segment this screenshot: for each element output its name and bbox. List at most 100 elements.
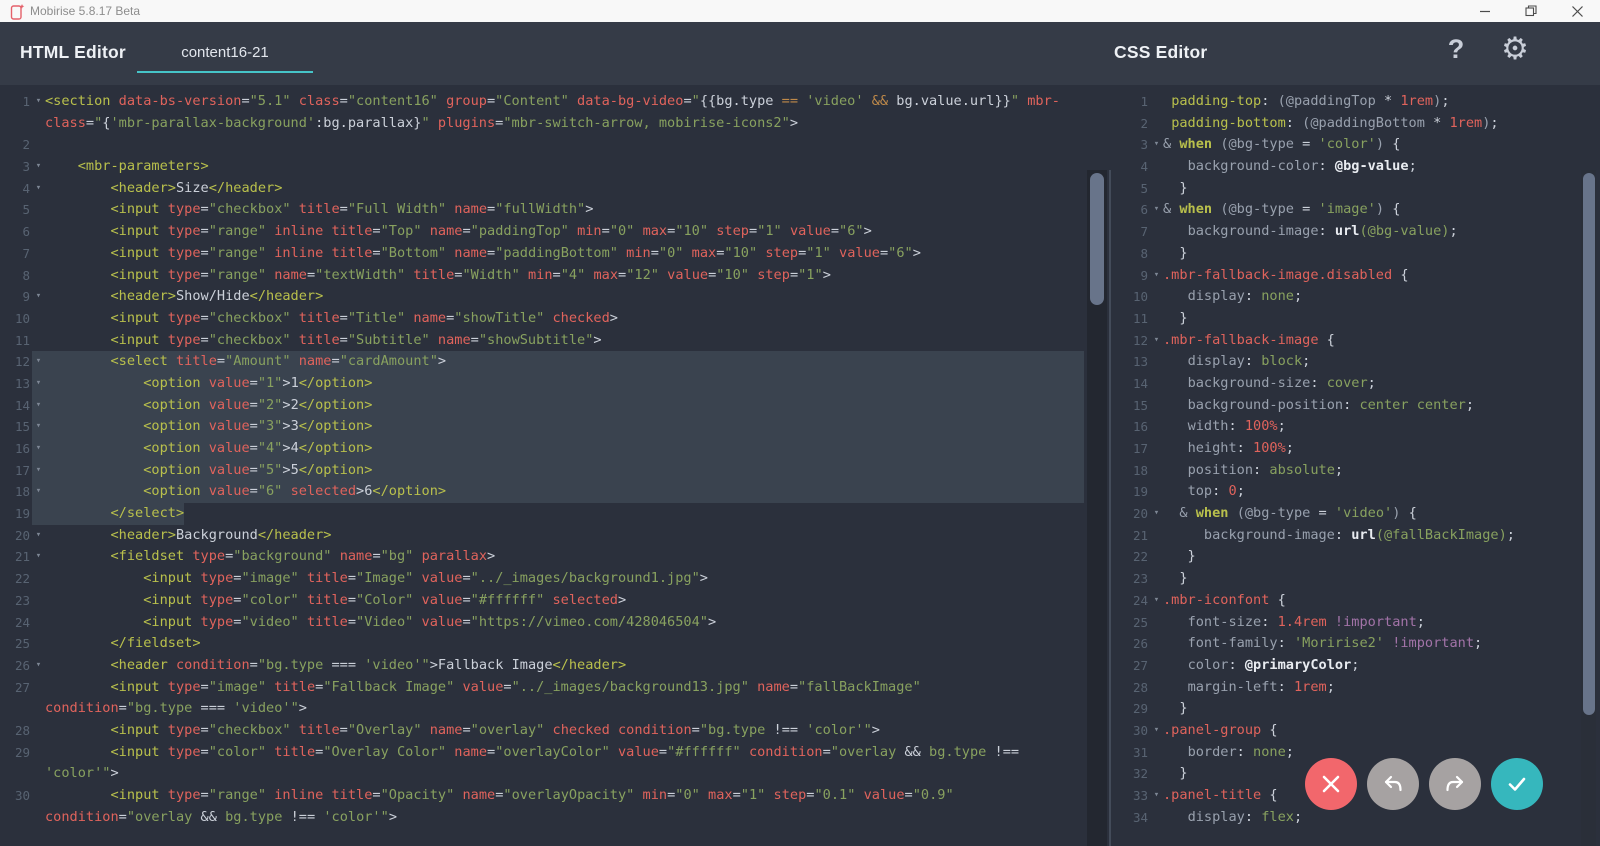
code-row[interactable]: 1▾<section data-bs-version="5.1" class="…: [0, 91, 1084, 113]
code-row[interactable]: 2 padding-bottom: (@paddingBottom * 1rem…: [1112, 113, 1600, 135]
code-row[interactable]: 29 <input type="color" title="Overlay Co…: [0, 742, 1084, 764]
fold-arrow-icon[interactable]: ▾: [32, 395, 45, 417]
code-row[interactable]: 18▾ <option value="6" selected>6</option…: [0, 481, 1084, 503]
apply-button[interactable]: [1491, 758, 1543, 810]
code-row[interactable]: 23 <input type="color" title="Color" val…: [0, 590, 1084, 612]
code-row[interactable]: 3▾& when (@bg-type = 'color') {: [1112, 134, 1600, 156]
code-row[interactable]: 19 </select>: [0, 503, 1084, 525]
code-row[interactable]: 10 <input type="checkbox" title="Title" …: [0, 308, 1084, 330]
code-row[interactable]: 21▾ <fieldset type="background" name="bg…: [0, 546, 1084, 568]
undo-button[interactable]: [1367, 758, 1419, 810]
fold-arrow-icon[interactable]: ▾: [32, 655, 45, 677]
fold-arrow-icon[interactable]: ▾: [1150, 785, 1163, 807]
fold-arrow-icon[interactable]: ▾: [32, 156, 45, 178]
fold-arrow-icon[interactable]: ▾: [32, 525, 45, 547]
code-row[interactable]: 20▾ & when (@bg-type = 'video') {: [1112, 503, 1600, 525]
fold-arrow-icon[interactable]: ▾: [32, 286, 45, 308]
fold-arrow-icon[interactable]: ▾: [32, 351, 45, 373]
code-row[interactable]: 12▾.mbr-fallback-image {: [1112, 330, 1600, 352]
code-row[interactable]: 24▾.mbr-iconfont {: [1112, 590, 1600, 612]
code-row[interactable]: 30▾.panel-group {: [1112, 720, 1600, 742]
fold-arrow-icon[interactable]: ▾: [32, 91, 45, 113]
code-row[interactable]: 29 }: [1112, 698, 1600, 720]
code-row[interactable]: 2: [0, 134, 1084, 156]
code-row[interactable]: 24 <input type="video" title="Video" val…: [0, 612, 1084, 634]
fold-arrow-icon[interactable]: ▾: [1150, 134, 1163, 156]
code-row[interactable]: 6▾& when (@bg-type = 'image') {: [1112, 199, 1600, 221]
redo-button[interactable]: [1429, 758, 1481, 810]
html-code-pane[interactable]: 1▾<section data-bs-version="5.1" class="…: [0, 85, 1084, 846]
css-code-pane[interactable]: 1 padding-top: (@paddingTop * 1rem);2 pa…: [1112, 85, 1600, 846]
settings-button[interactable]: ⚙: [1496, 31, 1534, 73]
code-row[interactable]: 26▾ <header condition="bg.type === 'vide…: [0, 655, 1084, 677]
code-row[interactable]: 1 padding-top: (@paddingTop * 1rem);: [1112, 91, 1600, 113]
code-row[interactable]: 28 <input type="checkbox" title="Overlay…: [0, 720, 1084, 742]
fold-arrow-icon[interactable]: ▾: [32, 460, 45, 482]
code-row[interactable]: 19 top: 0;: [1112, 481, 1600, 503]
fold-arrow-icon[interactable]: ▾: [1150, 199, 1163, 221]
block-name-input[interactable]: content16-21: [137, 44, 313, 61]
discard-button[interactable]: [1305, 758, 1357, 810]
code-row[interactable]: 'color'">: [0, 763, 1084, 785]
close-button[interactable]: [1554, 0, 1600, 22]
fold-arrow-icon[interactable]: ▾: [1150, 265, 1163, 287]
code-row[interactable]: 12▾ <select title="Amount" name="cardAmo…: [0, 351, 1084, 373]
code-row[interactable]: 13 display: block;: [1112, 351, 1600, 373]
fold-arrow-icon[interactable]: ▾: [1150, 720, 1163, 742]
fold-arrow-icon[interactable]: ▾: [32, 546, 45, 568]
code-row[interactable]: 28 margin-left: 1rem;: [1112, 677, 1600, 699]
code-row[interactable]: 11 <input type="checkbox" title="Subtitl…: [0, 330, 1084, 352]
code-row[interactable]: 7 background-image: url(@bg-value);: [1112, 221, 1600, 243]
code-row[interactable]: condition="overlay && bg.type !== 'color…: [0, 807, 1084, 829]
code-row[interactable]: condition="bg.type === 'video'">: [0, 698, 1084, 720]
fold-arrow-icon[interactable]: ▾: [32, 438, 45, 460]
code-row[interactable]: 13▾ <option value="1">1</option>: [0, 373, 1084, 395]
code-row[interactable]: 5 <input type="checkbox" title="Full Wid…: [0, 199, 1084, 221]
code-row[interactable]: 30 <input type="range" inline title="Opa…: [0, 785, 1084, 807]
fold-arrow-icon[interactable]: ▾: [1150, 590, 1163, 612]
minimize-button[interactable]: [1462, 0, 1508, 22]
code-row[interactable]: 25 </fieldset>: [0, 633, 1084, 655]
fold-arrow-icon[interactable]: ▾: [1150, 330, 1163, 352]
code-row[interactable]: 21 background-image: url(@fallBackImage)…: [1112, 525, 1600, 547]
code-row[interactable]: 14▾ <option value="2">2</option>: [0, 395, 1084, 417]
code-row[interactable]: 23 }: [1112, 568, 1600, 590]
code-row[interactable]: 27 color: @primaryColor;: [1112, 655, 1600, 677]
code-row[interactable]: 4▾ <header>Size</header>: [0, 178, 1084, 200]
code-row[interactable]: 34 display: flex;: [1112, 807, 1600, 829]
code-row[interactable]: 14 background-size: cover;: [1112, 373, 1600, 395]
code-row[interactable]: 5 }: [1112, 178, 1600, 200]
html-pane-scrollbar-thumb[interactable]: [1090, 173, 1104, 305]
fold-arrow-icon[interactable]: ▾: [32, 178, 45, 200]
code-row[interactable]: 17 height: 100%;: [1112, 438, 1600, 460]
code-row[interactable]: 8 }: [1112, 243, 1600, 265]
code-row[interactable]: 18 position: absolute;: [1112, 460, 1600, 482]
code-row[interactable]: class="{'mbr-parallax-background':bg.par…: [0, 113, 1084, 135]
code-row[interactable]: 16 width: 100%;: [1112, 416, 1600, 438]
code-row[interactable]: 9▾ <header>Show/Hide</header>: [0, 286, 1084, 308]
help-button[interactable]: ?: [1441, 34, 1471, 72]
fold-arrow-icon[interactable]: ▾: [32, 373, 45, 395]
code-row[interactable]: 3▾ <mbr-parameters>: [0, 156, 1084, 178]
fold-arrow-icon[interactable]: ▾: [32, 416, 45, 438]
code-row[interactable]: 22 <input type="image" title="Image" val…: [0, 568, 1084, 590]
code-row[interactable]: 22 }: [1112, 546, 1600, 568]
code-row[interactable]: 27 <input type="image" title="Fallback I…: [0, 677, 1084, 699]
fold-arrow-icon[interactable]: ▾: [1150, 503, 1163, 525]
code-row[interactable]: 9▾.mbr-fallback-image.disabled {: [1112, 265, 1600, 287]
code-row[interactable]: 16▾ <option value="4">4</option>: [0, 438, 1084, 460]
code-row[interactable]: 26 font-family: 'Moririse2' !important;: [1112, 633, 1600, 655]
code-row[interactable]: 6 <input type="range" inline title="Top"…: [0, 221, 1084, 243]
css-pane-scrollbar-thumb[interactable]: [1583, 173, 1595, 715]
maximize-button[interactable]: [1508, 0, 1554, 22]
code-row[interactable]: 15▾ <option value="3">3</option>: [0, 416, 1084, 438]
code-row[interactable]: 20▾ <header>Background</header>: [0, 525, 1084, 547]
code-row[interactable]: 11 }: [1112, 308, 1600, 330]
code-row[interactable]: 25 font-size: 1.4rem !important;: [1112, 612, 1600, 634]
code-row[interactable]: 8 <input type="range" name="textWidth" t…: [0, 265, 1084, 287]
code-row[interactable]: 7 <input type="range" inline title="Bott…: [0, 243, 1084, 265]
fold-arrow-icon[interactable]: ▾: [32, 481, 45, 503]
code-row[interactable]: 10 display: none;: [1112, 286, 1600, 308]
code-row[interactable]: 4 background-color: @bg-value;: [1112, 156, 1600, 178]
code-row[interactable]: 17▾ <option value="5">5</option>: [0, 460, 1084, 482]
